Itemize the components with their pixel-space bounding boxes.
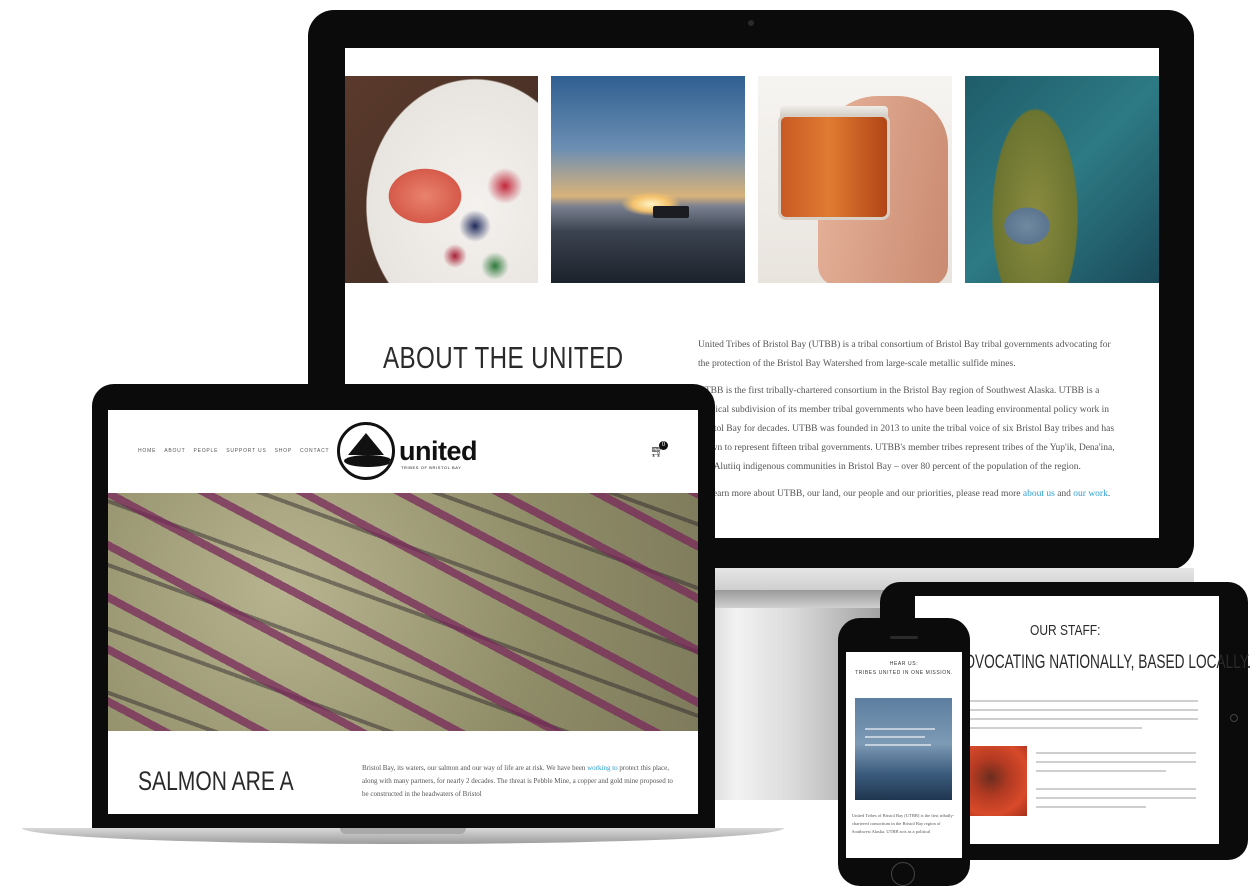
sunset-boat-image [551,76,745,283]
about-us-link[interactable]: about us [1023,489,1055,499]
ipad-home-button [1230,714,1238,722]
mission-text: United Tribes of Bristol Bay (UTBB) is t… [852,813,955,834]
cart-count-badge: 0 [659,441,668,450]
staff-text-line [1036,752,1196,754]
staff-text-line [1036,806,1146,808]
our-work-link[interactable]: our work [1073,489,1108,499]
about-paragraph: United Tribes of Bristol Bay (UTBB) is a… [698,340,1111,369]
salmon-jar-image [758,76,952,283]
iphone-speaker [890,636,918,639]
logo-subtitle: TRIBES OF BRISTOL BAY [401,465,462,470]
nav-shop[interactable]: SHOP [275,448,292,454]
nav-about[interactable]: ABOUT [164,448,185,454]
mission-image [855,698,952,800]
image-overlay-line [865,744,931,746]
staff-text-line [1036,797,1196,799]
image-overlay-line [865,736,925,738]
staff-text-line [1036,788,1196,790]
about-end-text: . [1107,489,1111,499]
staff-text-line [1036,761,1196,763]
mission-heading-line: TRIBES UNITED IN ONE MISSION. [855,670,953,676]
staff-text-line [962,709,1198,711]
imac-camera [748,20,754,26]
mission-heading: HEAR US: TRIBES UNITED IN ONE MISSION. [846,660,962,678]
mission-heading-line: HEAR US: [889,661,919,667]
about-paragraph: To learn more about UTBB, our land, our … [698,485,1118,504]
nav-home[interactable]: HOME [138,448,156,454]
aerial-landscape-image [965,76,1159,283]
about-paragraph-text: To learn more about UTBB, our land, our … [698,489,1021,499]
salmon-section-title: SALMON ARE A [138,766,294,796]
image-overlay-line [865,728,935,730]
salmon-school-image [108,493,698,731]
about-text: United Tribes of Bristol Bay (UTBB) is a… [698,336,1118,512]
site-logo[interactable]: united TRIBES OF BRISTOL BAY [337,422,478,482]
mountain-icon [348,433,384,455]
nav-people[interactable]: PEOPLE [193,448,218,454]
nav-support-us[interactable]: SUPPORT US [226,448,266,454]
about-paragraph: UTBB is the first tribally-chartered con… [698,386,1115,472]
staff-title: OUR STAFF: [1030,622,1101,639]
logo-wordmark: united [399,436,478,466]
staff-text-line [962,700,1198,702]
working-to-link[interactable]: working to [587,764,618,772]
about-title: ABOUT THE UNITED [383,340,624,375]
logo-badge-icon [337,422,395,480]
macbook-notch [340,828,466,834]
nav-contact[interactable]: CONTACT [300,448,329,454]
boat-shape [653,206,689,218]
salmon-section-text: Bristol Bay, its waters, our salmon and … [362,762,680,801]
salmon-text-part: Bristol Bay, its waters, our salmon and … [362,764,586,772]
about-and-text: and [1057,489,1071,499]
staff-text-line [962,718,1198,720]
staff-text-line [962,727,1142,729]
jar-shape [778,114,890,220]
staff-cup-image [961,746,1027,816]
staff-text-line [1036,770,1166,772]
iphone-home-button [891,862,915,886]
salmon-dish-image [345,76,538,283]
main-nav: HOME ABOUT PEOPLE SUPPORT US SHOP CONTAC… [138,448,329,454]
staff-subtitle: ADVOCATING NATIONALLY, BASED LOCALLY. [956,652,1251,673]
salmon-icon [344,455,392,467]
